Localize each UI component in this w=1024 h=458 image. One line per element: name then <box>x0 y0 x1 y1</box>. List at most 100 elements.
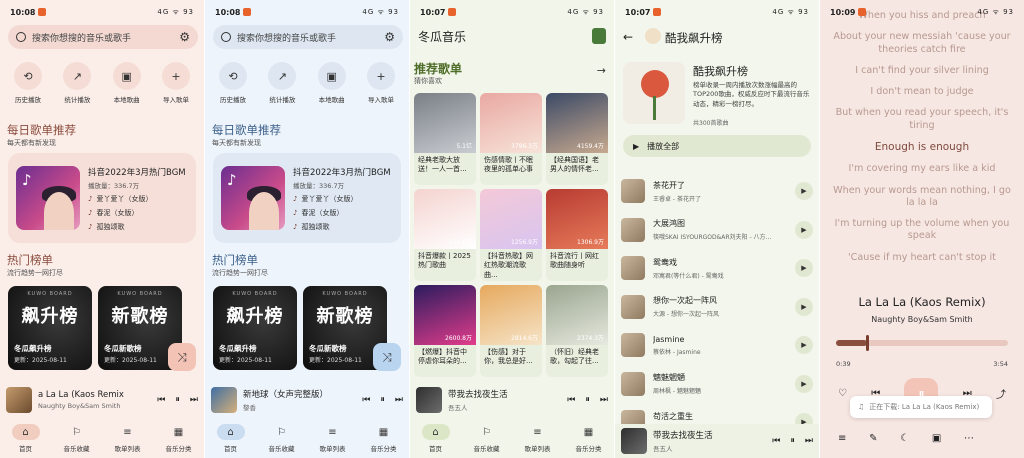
gear-icon[interactable]: ⚙ <box>384 30 395 44</box>
board-card[interactable]: KUWO BOARD 飙升榜 冬瓜飙升榜 更新：2025-08-11 <box>213 286 297 370</box>
song-line: ♪ 爱丫爱丫（女版） <box>293 195 358 203</box>
mini-title: 新地球（女声完整版） <box>243 390 329 400</box>
mini-player[interactable]: 新地球（女声完整版） 黎香 ⏮ ⏸ ⏭ <box>205 383 409 417</box>
pause-icon[interactable]: ⏸ <box>585 395 590 405</box>
nav-playlists[interactable]: ≡ 歌单列表 <box>309 424 357 454</box>
gear-icon[interactable]: ⚙ <box>179 30 190 44</box>
lyric-line[interactable]: I can't find your silver lining <box>820 65 1024 77</box>
play-icon[interactable]: ▶ <box>795 182 813 201</box>
nav-favorites[interactable]: ⚐ 音乐收藏 <box>463 424 511 454</box>
nav-home[interactable]: ⌂ 首页 <box>412 424 460 453</box>
quick-local[interactable]: ▣ 本地歌曲 <box>103 62 151 104</box>
app-logo-icon[interactable] <box>592 28 606 44</box>
next-icon[interactable]: ⏭ <box>805 436 813 446</box>
mini-player[interactable]: 带我去找夜生活 吾五人 ⏮ ⏸ ⏭ <box>615 424 819 458</box>
mini-player[interactable]: a La La (Kaos Remix Naughty Boy&Sam Smith… <box>0 383 204 417</box>
play-icon[interactable]: ▶ <box>795 297 813 316</box>
play-icon[interactable]: ▶ <box>795 374 813 393</box>
play-all-button[interactable]: ▶ 播放全部 <box>623 135 811 157</box>
playlist-title: 【燃爆】抖音中停虐你耳朵的... <box>418 348 467 366</box>
search-bar[interactable]: 搜索你想搜的音乐或歌手 ⚙ <box>213 25 403 49</box>
quick-import[interactable]: + 导入歌单 <box>152 62 200 104</box>
playlist-card[interactable]: 2374.3万 （怀旧）经典老歌，勾起了往... <box>546 285 608 377</box>
track-row[interactable]: 想你一次起一阵风 大源 - 想你一次起一阵风 ▶ <box>621 288 813 327</box>
sleep-timer-icon[interactable]: ☾ <box>900 433 909 444</box>
nav-home[interactable]: ⌂ 首页 <box>207 424 255 453</box>
mini-player[interactable]: 带我去找夜生活 吾五人 ⏮ ⏸ ⏭ <box>410 383 614 417</box>
lyric-line-current[interactable]: Enough is enough <box>820 141 1024 154</box>
nav-home[interactable]: ⌂ 首页 <box>2 424 50 453</box>
arrow-right-icon[interactable]: → <box>597 64 606 77</box>
play-icon[interactable]: ▶ <box>795 259 813 278</box>
playlist-card[interactable]: 1306.9万 抖音流行丨网红歌曲随身听 <box>546 189 608 281</box>
quick-stats[interactable]: ↗ 统计播放 <box>53 62 101 104</box>
add-to-playlist-icon[interactable]: ▣ <box>932 433 941 444</box>
track-artist: 大源 - 想你一次起一阵风 <box>653 311 719 319</box>
quick-local[interactable]: ▣ 本地歌曲 <box>308 62 356 104</box>
quick-history[interactable]: ⟲ 历史播放 <box>4 62 52 104</box>
next-icon[interactable]: ⏭ <box>600 395 608 405</box>
nav-favorites[interactable]: ⚐ 音乐收藏 <box>53 424 101 454</box>
status-time: 10:08 <box>10 7 36 17</box>
daily-playlist-card[interactable]: ♪ 抖音2022年3月热门BGM 播放量：336.7万 ♪ 爱丫爱丫（女版） ♪ 春… <box>8 153 196 243</box>
quick-stats[interactable]: ↗ 统计播放 <box>258 62 306 104</box>
progress-bar[interactable] <box>836 335 1008 351</box>
lyric-line[interactable]: I don't mean to judge <box>820 86 1024 98</box>
playlist-cover: 1306.9万 <box>546 189 608 249</box>
playlist-card[interactable]: 2814.6万 【伤感】对于你，我总是好... <box>480 285 542 377</box>
previous-icon[interactable]: ⏮ <box>157 395 165 405</box>
chart-detail-screen: 10:07 4G ᯤ 93 ← 酷我飙升榜 酷我飙升榜 榜单收录一周内播放次数涨… <box>615 0 819 458</box>
lyric-line[interactable]: 'Cause if my heart can't stop it <box>820 252 1024 264</box>
pause-icon[interactable]: ⏸ <box>790 436 795 446</box>
shuffle-button[interactable]: ⤨ <box>373 343 401 371</box>
playlist-card[interactable]: 1256.9万 【抖音热歌】网红热歌潮流歌曲... <box>480 189 542 281</box>
shuffle-button[interactable]: ⤨ <box>168 343 196 371</box>
track-row[interactable]: Jasmine 蔡依林 - Jasmine ▶ <box>621 326 813 365</box>
heart-icon[interactable]: ♡ <box>838 388 847 399</box>
playlist-card[interactable]: 3796.3万 伤感情歌丨不眠夜里的孤单心事 <box>480 93 542 185</box>
playlist-card[interactable]: 2600.8万 【燃爆】抖音中停虐你耳朵的... <box>414 285 476 377</box>
back-arrow-icon[interactable]: ← <box>623 30 633 44</box>
nav-playlists[interactable]: ≡ 歌单列表 <box>514 424 562 454</box>
queue-icon[interactable]: ≡ <box>838 433 846 444</box>
previous-icon[interactable]: ⏮ <box>362 395 370 405</box>
nav-favorites[interactable]: ⚐ 音乐收藏 <box>258 424 306 454</box>
lyrics-edit-icon[interactable]: ✎ <box>869 433 877 444</box>
lyric-line[interactable]: I'm turning up the volume when you speak <box>820 218 1024 243</box>
progress-handle[interactable] <box>865 335 869 351</box>
next-icon[interactable]: ⏭ <box>395 395 403 405</box>
lyrics-view[interactable]: When you hiss and preach About your new m… <box>820 10 1024 273</box>
lyric-line[interactable]: But when you read your speech, it's tiri… <box>820 107 1024 132</box>
playlist-plays: 1306.9万 <box>577 239 604 246</box>
playlist-card[interactable]: 4159.4万 【经典国语】老男人的情怀老... <box>546 93 608 185</box>
track-row[interactable]: 茶花开了 王睿卓 - 茶花开了 ▶ <box>621 172 813 211</box>
pause-icon[interactable]: ⏸ <box>380 395 385 405</box>
board-card[interactable]: KUWO BOARD 飙升榜 冬瓜飙升榜 更新：2025-08-11 <box>8 286 92 370</box>
daily-playlist-card[interactable]: ♪ 抖音2022年3月热门BGM 播放量：336.7万 ♪ 爱丫爱丫（女版） ♪ 春… <box>213 153 401 243</box>
previous-icon[interactable]: ⏮ <box>772 436 780 446</box>
pause-icon[interactable]: ⏸ <box>175 395 180 405</box>
lyric-line[interactable]: When your words mean nothing, I go la la… <box>820 185 1024 210</box>
lyric-line[interactable]: About your new messiah 'cause your theor… <box>820 31 1024 56</box>
track-row[interactable]: 鸳鸯戏 邓寓君(等什么君) - 鸳鸯戏 ▶ <box>621 249 813 288</box>
nav-categories[interactable]: ▦ 音乐分类 <box>360 424 408 454</box>
track-row[interactable]: 魑魅魍魉 周林枫 - 魑魅魍魉 ▶ <box>621 365 813 404</box>
playlist-card[interactable]: 5.1亿 经典老歌大放送！一人一首... <box>414 93 476 185</box>
nav-playlists[interactable]: ≡ 歌单列表 <box>104 424 152 454</box>
next-icon[interactable]: ⏭ <box>190 395 198 405</box>
search-placeholder: 搜索你想搜的音乐或歌手 <box>237 33 337 44</box>
quick-history[interactable]: ⟲ 历史播放 <box>209 62 257 104</box>
lyric-line[interactable]: I'm covering my ears like a kid <box>820 163 1024 175</box>
search-bar[interactable]: 搜索你想搜的音乐或歌手 ⚙ <box>8 25 198 49</box>
quick-import[interactable]: + 导入歌单 <box>357 62 405 104</box>
previous-icon[interactable]: ⏮ <box>567 395 575 405</box>
track-row[interactable]: 大展鸿图 筷哦SKAI ISYOURGOD&AR刘夫阳 - 八方... ▶ <box>621 211 813 250</box>
play-icon[interactable]: ▶ <box>795 220 813 239</box>
playlist-card[interactable]: 156.6万 抖音爆款丨2025热门歌曲 <box>414 189 476 281</box>
share-icon[interactable]: ⤴ <box>996 386 1006 401</box>
track-artist: 周林枫 - 魑魅魍魉 <box>653 388 701 396</box>
nav-categories[interactable]: ▦ 音乐分类 <box>565 424 613 454</box>
more-icon[interactable]: ⋯ <box>964 433 974 444</box>
play-icon[interactable]: ▶ <box>795 336 813 355</box>
nav-categories[interactable]: ▦ 音乐分类 <box>155 424 203 454</box>
